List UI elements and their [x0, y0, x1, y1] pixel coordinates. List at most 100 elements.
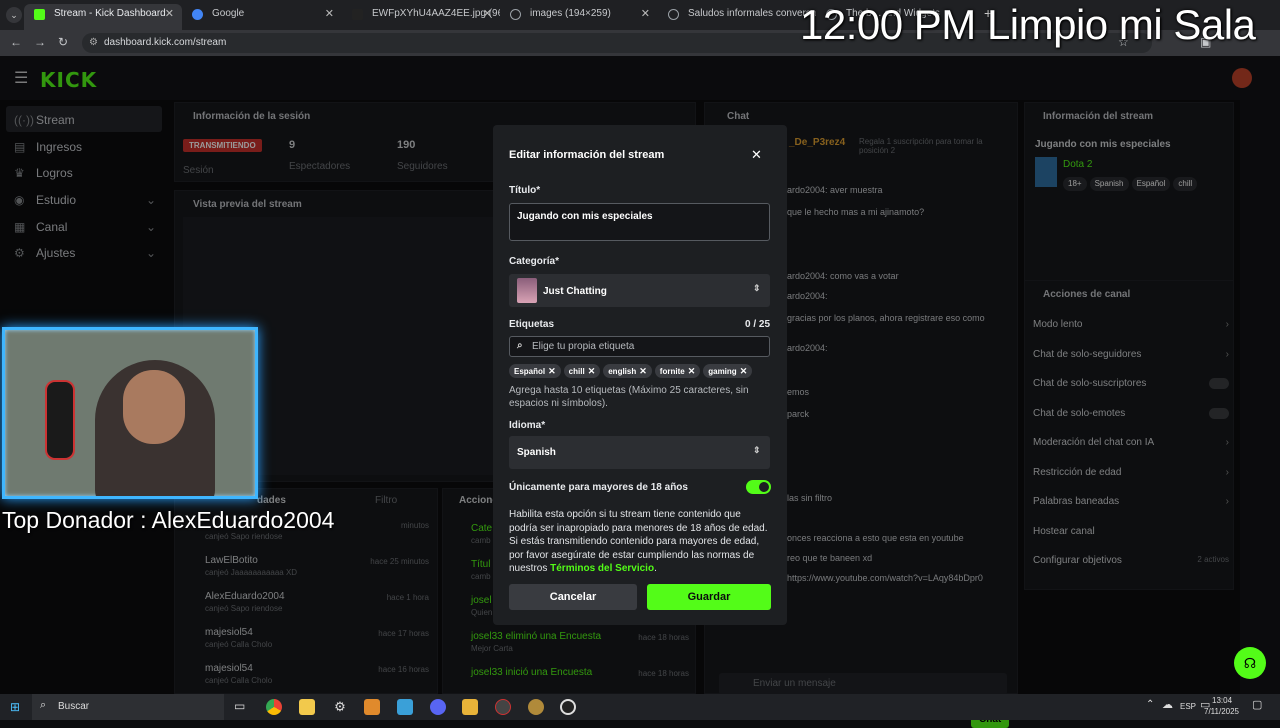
taskbar-lang[interactable]: ESP: [1180, 702, 1196, 711]
media-player-icon[interactable]: [364, 699, 380, 715]
close-tab-icon[interactable]: ✕: [641, 4, 650, 24]
task-view-icon[interactable]: ▭: [234, 699, 245, 713]
activity-row: majesiol54 canjeó Calla Cholo hace 17 hora…: [185, 627, 435, 657]
goals-badge: 2 activos: [1197, 555, 1229, 564]
back-icon[interactable]: ←: [10, 35, 22, 49]
close-icon[interactable]: ✕: [751, 147, 762, 163]
modal-title: Editar información del stream: [509, 149, 665, 161]
action-title: josel33 eliminó una Encuesta: [471, 631, 602, 642]
file-explorer-icon[interactable]: [299, 699, 315, 715]
terms-link[interactable]: Términos del Servicio: [550, 563, 654, 574]
forward-icon[interactable]: →: [34, 35, 46, 49]
tag-chip-label: Español: [514, 367, 546, 376]
filter-button[interactable]: Filtro: [375, 495, 397, 506]
channel-action-item[interactable]: Palabras baneadas ›: [1033, 496, 1229, 507]
sidebar-item-logros[interactable]: ♛ Logros: [14, 166, 73, 180]
channel-action-item[interactable]: Modo lento ›: [1033, 319, 1229, 330]
activity-action: canjeó Calla Cholo: [205, 640, 273, 649]
save-button[interactable]: Guardar: [647, 584, 771, 610]
right-rail: [1240, 100, 1280, 694]
remove-tag-icon[interactable]: ✕: [548, 366, 556, 376]
toggle-switch[interactable]: [1209, 407, 1229, 419]
chat-message: onces reacciona a esto que esta en youtu…: [787, 533, 964, 543]
action-sub: camb: [471, 572, 491, 581]
chat-message: reo que te baneen xd: [787, 553, 873, 563]
app-icon[interactable]: [397, 699, 413, 715]
avatar[interactable]: [1232, 68, 1252, 88]
close-tab-icon[interactable]: ✕: [325, 4, 334, 24]
language-select[interactable]: Spanish ⇕: [509, 436, 770, 469]
kick-logo[interactable]: KICK: [40, 68, 97, 92]
tag-chip-label: chill: [568, 367, 585, 376]
site-info-icon[interactable]: ⚙: [89, 33, 98, 53]
browser-tab[interactable]: Saludos informales conversacio: [658, 4, 816, 30]
channel-action-item[interactable]: Restricción de edad ›: [1033, 467, 1229, 478]
sidebar-item-label: Canal: [36, 220, 68, 234]
settings-icon[interactable]: ⚙: [332, 699, 348, 715]
windows-start-icon[interactable]: ⊞: [10, 700, 20, 714]
remove-tag-icon[interactable]: ✕: [740, 366, 748, 376]
channel-action-item[interactable]: Hostear canal: [1033, 526, 1229, 537]
pinned-user: _De_P3rez4: [789, 137, 846, 148]
channel-icon: ▦: [14, 220, 26, 234]
reload-icon[interactable]: ↻: [58, 35, 68, 49]
channel-action-item[interactable]: Configurar objetivos 2 activos: [1033, 555, 1229, 566]
browser-tab[interactable]: Stream - Kick Dashboard ✕: [24, 4, 182, 30]
remove-tag-icon[interactable]: ✕: [688, 366, 696, 376]
channel-action-item[interactable]: Chat de solo-seguidores ›: [1033, 349, 1229, 360]
webcam-overlay: [2, 327, 258, 499]
tab-search-icon[interactable]: ⌄: [6, 7, 22, 23]
channel-action-item[interactable]: Chat de solo-suscriptores: [1033, 378, 1229, 389]
mature-toggle[interactable]: [746, 480, 771, 494]
panel-title: Acciones de canal: [1043, 289, 1131, 300]
cancel-button[interactable]: Cancelar: [509, 584, 637, 610]
stream-tag: Spanish: [1089, 177, 1129, 191]
title-input[interactable]: Jugando con mis especiales: [509, 203, 770, 241]
sidebar-item-canal[interactable]: ▦ Canal ⌄: [14, 220, 156, 234]
close-tab-icon[interactable]: ✕: [165, 4, 174, 24]
category-thumb: [1035, 157, 1057, 187]
sidebar-item-estudio[interactable]: ◉ Estudio ⌄: [14, 193, 156, 207]
category-select[interactable]: Just Chatting ⇕: [509, 274, 770, 307]
stream-info-category[interactable]: Dota 2: [1063, 159, 1092, 170]
remove-tag-icon[interactable]: ✕: [588, 366, 596, 376]
channel-action-item[interactable]: Chat de solo-emotes: [1033, 407, 1229, 419]
action-title: josel33 inició una Encuesta: [471, 667, 593, 678]
discord-icon[interactable]: [430, 699, 446, 715]
taskbar-search-label: Buscar: [58, 701, 90, 712]
obs-icon[interactable]: [560, 699, 576, 715]
activity-user: LawElBotito: [205, 555, 258, 566]
category-label: Categoría*: [509, 256, 560, 267]
channel-action-item[interactable]: Moderación del chat con IA ›: [1033, 437, 1229, 448]
browser-tab[interactable]: Google ✕: [182, 4, 342, 30]
sidebar-item-ajustes[interactable]: ⚙ Ajustes ⌄: [14, 246, 156, 260]
chrome-icon[interactable]: [266, 699, 282, 715]
action-title: Títul: [471, 559, 491, 570]
chat-input[interactable]: Enviar un mensaje: [719, 673, 1007, 695]
app-icon[interactable]: [495, 699, 511, 715]
webcam-face: [123, 370, 185, 444]
sidebar-item-ingresos[interactable]: ▤ Ingresos: [14, 140, 82, 154]
tags-input[interactable]: ⌕ Elige tu propia etiqueta: [509, 336, 770, 357]
toggle-knob: [759, 482, 769, 492]
close-tab-icon[interactable]: ✕: [483, 4, 492, 24]
language-label: Idioma*: [509, 420, 546, 431]
sidebar-item-stream[interactable]: ((·)) Stream: [14, 113, 75, 127]
category-value: Just Chatting: [543, 286, 607, 297]
browser-tab[interactable]: images (194×259) ✕: [500, 4, 658, 30]
notifications-icon[interactable]: ▢: [1252, 698, 1262, 711]
tag-chip: english ✕: [603, 364, 652, 378]
tray-chevron-icon[interactable]: ⌃: [1146, 699, 1154, 710]
app-icon[interactable]: [528, 699, 544, 715]
panel-title: Información de la sesión: [193, 111, 311, 122]
taskbar-search[interactable]: ⌕ Buscar: [32, 694, 224, 720]
activity-user: majesiol54: [205, 627, 253, 638]
chevron-right-icon: ›: [1225, 348, 1229, 360]
support-chat-icon[interactable]: ☊: [1234, 647, 1266, 679]
toggle-switch[interactable]: [1209, 378, 1229, 389]
tags-count: 0 / 25: [745, 319, 771, 330]
browser-tab[interactable]: EWFpXYhU4AAZ4EE.jpg (960×5✕: [342, 4, 500, 30]
app-icon[interactable]: [462, 699, 478, 715]
menu-icon[interactable]: ☰: [14, 68, 28, 88]
remove-tag-icon[interactable]: ✕: [639, 366, 647, 376]
